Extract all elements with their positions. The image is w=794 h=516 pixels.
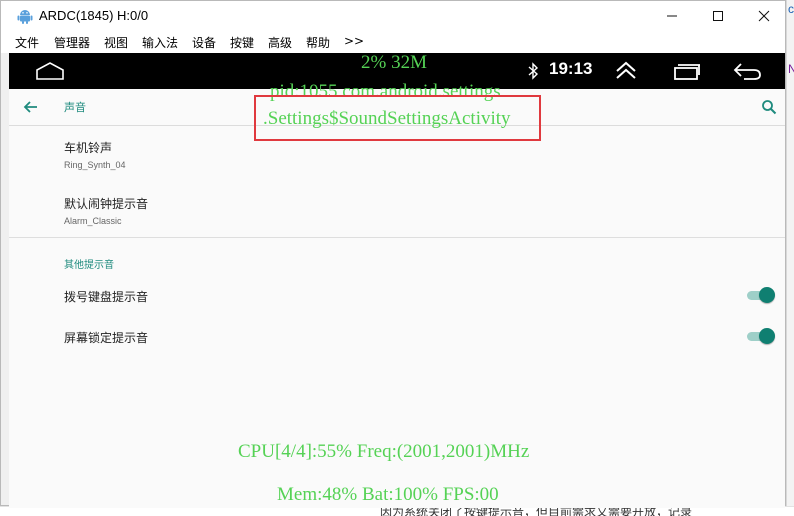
pref-summary: Alarm_Classic: [64, 216, 122, 226]
arrow-back-icon[interactable]: [23, 99, 39, 115]
pref-title: 默认闹钟提示音: [64, 197, 149, 211]
close-icon: [758, 10, 770, 22]
menu-input-method[interactable]: 输入法: [142, 34, 178, 51]
menu-device[interactable]: 设备: [192, 34, 216, 51]
divider: [9, 237, 785, 238]
android-app-icon: [17, 10, 33, 24]
menu-manager[interactable]: 管理器: [54, 34, 90, 51]
menu-file[interactable]: 文件: [15, 34, 39, 51]
maximize-button[interactable]: [695, 1, 741, 31]
overlay-cpu: CPU[4/4]:55% Freq:(2001,2001)MHz: [238, 441, 530, 462]
menu-help[interactable]: 帮助: [306, 34, 330, 51]
home-icon[interactable]: [35, 61, 65, 81]
close-button[interactable]: [741, 1, 787, 31]
pref-title: 拨号键盘提示音: [64, 290, 149, 304]
search-icon[interactable]: [761, 99, 777, 115]
ardc-window: ARDC(1845) H:0/0 文件 管理器 视图 输入法 设备 按键 高级 …: [0, 0, 786, 508]
screen-lock-sound-toggle[interactable]: [747, 328, 775, 344]
pref-alarm-sound[interactable]: 默认闹钟提示音 Alarm_Classic: [64, 195, 764, 226]
page-title: 声音: [64, 101, 86, 114]
pref-title: 车机铃声: [64, 141, 113, 155]
bluetooth-icon: [528, 62, 539, 80]
menu-bar: 文件 管理器 视图 输入法 设备 按键 高级 帮助 >>: [1, 31, 785, 53]
back-nav-icon[interactable]: [732, 61, 762, 81]
toggle-thumb: [759, 287, 775, 303]
pref-summary: Ring_Synth_04: [64, 160, 126, 170]
menu-more[interactable]: >>: [344, 34, 364, 48]
category-header: 其他提示音: [64, 260, 114, 271]
dialpad-sound-toggle[interactable]: [747, 287, 775, 303]
toggle-thumb: [759, 328, 775, 344]
activity-highlight-box: [254, 95, 541, 141]
pref-ringtone[interactable]: 车机铃声 Ring_Synth_04: [64, 139, 764, 170]
minimize-icon: [667, 15, 677, 17]
background-app-edge: c N: [786, 0, 794, 515]
background-app-peek-text: c: [788, 2, 794, 16]
pref-dialpad-sound[interactable]: 拨号键盘提示音: [64, 288, 764, 305]
menu-view[interactable]: 视图: [104, 34, 128, 51]
title-bar[interactable]: ARDC(1845) H:0/0: [1, 1, 785, 31]
overlay-memory-top: 2% 32M: [361, 52, 427, 73]
menu-advanced[interactable]: 高级: [268, 34, 292, 51]
maximize-icon: [713, 11, 723, 21]
overlay-mem: Mem:48% Bat:100% FPS:00: [277, 484, 499, 505]
chevron-up-icon[interactable]: [614, 59, 638, 83]
minimize-button[interactable]: [649, 1, 695, 31]
window-title: ARDC(1845) H:0/0: [39, 8, 149, 23]
pref-title: 屏幕锁定提示音: [64, 331, 149, 345]
background-app-peek-text: N: [788, 62, 794, 76]
status-time: 19:13: [549, 59, 593, 78]
menu-keys[interactable]: 按键: [230, 34, 254, 51]
recent-apps-icon[interactable]: [671, 61, 701, 81]
pref-screen-lock-sound[interactable]: 屏幕锁定提示音: [64, 329, 764, 346]
